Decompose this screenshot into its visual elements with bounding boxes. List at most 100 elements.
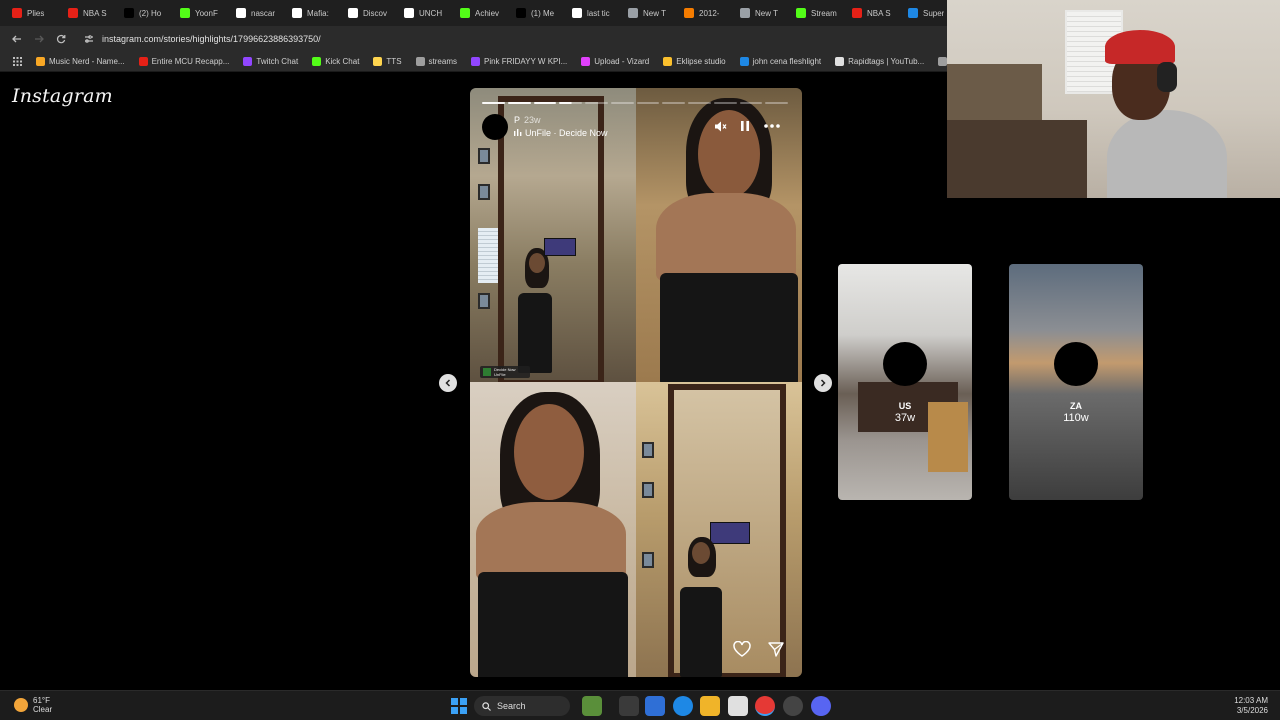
browser-tab[interactable]: NBA S [62,2,118,24]
browser-tab[interactable]: nascar [230,2,286,24]
widgets-icon[interactable] [582,696,602,716]
like-button[interactable] [732,639,752,659]
bookmark-item[interactable]: TTS [366,57,408,66]
browser-tab[interactable]: New T [734,2,790,24]
browser-tab[interactable]: Stream [790,2,846,24]
story-preview-za[interactable]: ZA 110w [1009,264,1143,500]
pause-button[interactable] [737,118,753,134]
story-music-text: UnFile · Decide Now [525,128,608,138]
bookmark-favicon-icon [470,57,480,66]
forward-button[interactable] [28,28,50,50]
system-clock[interactable]: 12:03 AM 3/5/2026 [1234,696,1268,716]
browser-tab[interactable]: (2) Ho [118,2,174,24]
bookmark-item[interactable]: Kick Chat [305,57,366,66]
share-button[interactable] [766,639,786,659]
song-sticker[interactable]: Decide Now UnFile [480,366,530,378]
browser-tab[interactable]: New T [622,2,678,24]
browser-tab[interactable]: UNCH [398,2,454,24]
obs-icon[interactable] [783,696,803,716]
tab-label: 2012- [699,8,720,18]
story-avatar[interactable] [482,114,508,140]
bookmark-item[interactable]: Eklipse studio [656,57,732,66]
browser-tab[interactable]: last tic [566,2,622,24]
tab-label: Discov [363,8,388,18]
bookmark-item[interactable]: Music Nerd - Name... [29,57,132,66]
pause-icon [741,121,749,131]
bookmark-item[interactable]: Twitch Chat [236,57,305,66]
reload-button[interactable] [50,28,72,50]
weather-widget[interactable]: 61°F Clear [14,696,52,714]
bookmark-label: Music Nerd - Name... [49,57,125,66]
browser-tab[interactable]: Achiev [454,2,510,24]
reload-icon [56,34,66,44]
album-art-icon [483,368,491,376]
chrome-icon[interactable] [755,696,775,716]
bookmark-favicon-icon [581,57,591,66]
browser-tab[interactable]: Mafia: [286,2,342,24]
bookmark-label: Eklipse studio [676,57,726,66]
more-options-button[interactable] [764,118,780,134]
discord-icon[interactable] [811,696,831,716]
taskbar-search[interactable]: Search [474,696,570,716]
instagram-logo[interactable]: Instagram [12,85,113,107]
doc-icon [348,8,358,18]
tab-label: New T [643,8,666,18]
next-story-button[interactable] [814,374,832,392]
previous-story-button[interactable] [439,374,457,392]
tab-label: Super [923,8,945,18]
chrome-icon [740,8,750,18]
start-button[interactable] [451,698,467,714]
bookmark-item[interactable]: Pink FRIDAYY W KPI... [464,57,574,66]
browser-tab[interactable]: YoonF [174,2,230,24]
apps-icon[interactable] [6,57,29,66]
story-preview-us[interactable]: US 37w [838,264,972,500]
browser-tab[interactable]: (1) Me [510,2,566,24]
kick-icon [180,8,190,18]
orange-icon [684,8,694,18]
bookmark-favicon-icon [415,57,425,66]
file-explorer-icon[interactable] [700,696,720,716]
bookmark-item[interactable]: Rapidtags | YouTub... [828,57,931,66]
chevron-left-icon [445,379,451,387]
browser-tab[interactable]: Plies [6,2,62,24]
task-view-icon[interactable] [619,696,639,716]
x-icon [516,8,526,18]
site-info-icon[interactable] [84,34,94,44]
store-icon[interactable] [728,696,748,716]
browser-tab[interactable]: Discov [342,2,398,24]
bookmark-label: Twitch Chat [256,57,299,66]
tab-label: Stream [811,8,837,18]
back-button[interactable] [6,28,28,50]
search-icon [482,701,491,711]
heart-icon [733,641,751,657]
playstation-icon [404,8,414,18]
edge-icon[interactable] [673,696,693,716]
story-username[interactable]: P [514,115,520,125]
bookmark-label: Upload - Vizard [594,57,650,66]
story-photo-selfie-2 [470,382,636,677]
address-bar[interactable]: instagram.com/stories/highlights/1799662… [80,29,940,49]
story-music-label[interactable]: UnFile · Decide Now [514,128,608,138]
mute-button[interactable] [712,118,728,134]
arrow-left-icon [12,35,21,43]
google-icon [236,8,246,18]
x-icon [124,8,134,18]
tab-label: YoonF [195,8,218,18]
story-timestamp: 23w [524,115,541,125]
bookmark-label: streams [428,57,457,66]
tab-label: last tic [587,8,610,18]
weather-icon [14,698,28,712]
headset [1157,62,1177,92]
bookmark-favicon-icon [36,57,45,66]
bookmark-item[interactable]: Upload - Vizard [574,57,656,66]
browser-tab[interactable]: 2012- [678,2,734,24]
bookmark-item[interactable]: Entire MCU Recapp... [132,57,237,66]
bookmark-item[interactable]: streams [409,57,464,66]
google-icon [572,8,582,18]
copilot-icon[interactable] [645,696,665,716]
bookmark-item[interactable]: john cena fleshlight [733,57,829,66]
bookmark-favicon-icon [739,57,749,66]
clock-time: 12:03 AM [1234,696,1268,705]
browser-tab[interactable]: NBA S [846,2,902,24]
story-viewer[interactable]: Decide Now UnFile P 23w UnFile · Decide … [470,88,802,677]
